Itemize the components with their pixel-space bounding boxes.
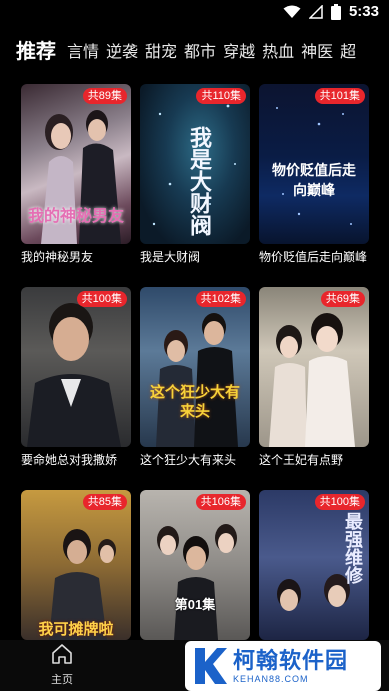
status-bar: 5:33 [0, 0, 389, 28]
poster: 共106集 第01集 [140, 490, 250, 640]
episode-badge: 共110集 [196, 88, 246, 104]
tab-recommend[interactable]: 推荐 [16, 39, 56, 68]
poster-title: 这个狂少大有来头 [149, 384, 240, 420]
tab-doctor[interactable]: 神医 [301, 42, 333, 68]
poster-title: 我是大财阀 [187, 126, 212, 236]
drama-title: 这个王妃有点野 [259, 453, 344, 467]
tab-time-travel[interactable]: 穿越 [223, 42, 255, 68]
watermark-logo-icon [195, 648, 227, 684]
category-tabs: 推荐 言情 逆袭 甜宠 都市 穿越 热血 神医 超 [0, 34, 389, 68]
signal-icon [308, 4, 323, 19]
tab-action[interactable]: 热血 [262, 42, 294, 68]
episode-badge: 共106集 [195, 494, 246, 510]
episode-badge: 共101集 [314, 88, 365, 104]
drama-title: 我的神秘男友 [21, 250, 94, 264]
drama-card[interactable]: 共102集 这个狂少大有来头 这个狂少大有来头 [140, 287, 250, 469]
drama-card[interactable]: 共100集 最强维修 [259, 490, 369, 640]
drama-card[interactable]: 共110集 我是大财阀 我是大财阀 [140, 84, 250, 266]
tab-comeback[interactable]: 逆袭 [106, 42, 138, 68]
drama-title: 我是大财阀 [140, 250, 201, 264]
drama-card[interactable]: 共89集 我的神秘男友 我的神秘男友 [21, 84, 131, 266]
poster: 共69集 [259, 287, 369, 447]
drama-title: 物价贬值后走向巅峰 [259, 250, 368, 264]
poster-title: 第01集 [174, 597, 216, 612]
drama-title: 这个狂少大有来头 [140, 453, 237, 467]
poster-title: 我的神秘男友 [27, 208, 124, 225]
poster-figures [269, 313, 355, 447]
poster: 共101集 物价贬值后走向巅峰 [259, 84, 369, 244]
drama-card[interactable]: 共101集 物价贬值后走向巅峰 物价贬值后走向巅峰 [259, 84, 369, 266]
poster-title: 我可摊牌啦 [38, 621, 114, 638]
site-watermark: 柯翰软件园 KEHAN88.COM [185, 641, 381, 691]
poster: 共85集 我可摊牌啦 [21, 490, 131, 640]
poster-figures [156, 313, 238, 447]
tab-romance[interactable]: 言情 [67, 42, 99, 68]
status-time: 5:33 [348, 3, 379, 20]
episode-badge: 共100集 [76, 291, 127, 307]
episode-badge: 共69集 [320, 291, 365, 307]
tab-super[interactable]: 超 [340, 42, 356, 68]
episode-badge: 共85集 [82, 494, 127, 510]
poster-figure [27, 303, 121, 447]
poster: 共110集 我是大财阀 [140, 84, 250, 244]
poster-figures [157, 524, 237, 640]
drama-card[interactable]: 共100集 要命她总对我撒娇 [21, 287, 131, 469]
wifi-icon [283, 5, 301, 18]
tab-urban[interactable]: 都市 [184, 42, 216, 68]
poster: 共100集 [21, 287, 131, 447]
home-icon [52, 644, 72, 664]
watermark-name: 柯翰软件园 [233, 648, 349, 673]
episode-badge: 共100集 [314, 494, 365, 510]
watermark-url: KEHAN88.COM [233, 674, 309, 684]
poster-title: 物价贬值后走向巅峰 [272, 162, 356, 198]
nav-home[interactable]: 主页 [42, 643, 82, 687]
poster: 共100集 最强维修 [259, 490, 369, 640]
poster: 共89集 我的神秘男友 [21, 84, 131, 244]
drama-title: 要命她总对我撒娇 [21, 453, 118, 467]
battery-icon [330, 3, 341, 20]
drama-card[interactable]: 共85集 我可摊牌啦 [21, 490, 131, 640]
nav-home-label: 主页 [51, 674, 73, 686]
poster-title: 最强维修 [343, 512, 363, 584]
drama-card[interactable]: 共106集 第01集 [140, 490, 250, 640]
episode-badge: 共89集 [82, 88, 127, 104]
episode-badge: 共102集 [195, 291, 246, 307]
tab-sweet[interactable]: 甜宠 [145, 42, 177, 68]
drama-card[interactable]: 共69集 这个王妃有点野 [259, 287, 369, 469]
poster: 共102集 这个狂少大有来头 [140, 287, 250, 447]
